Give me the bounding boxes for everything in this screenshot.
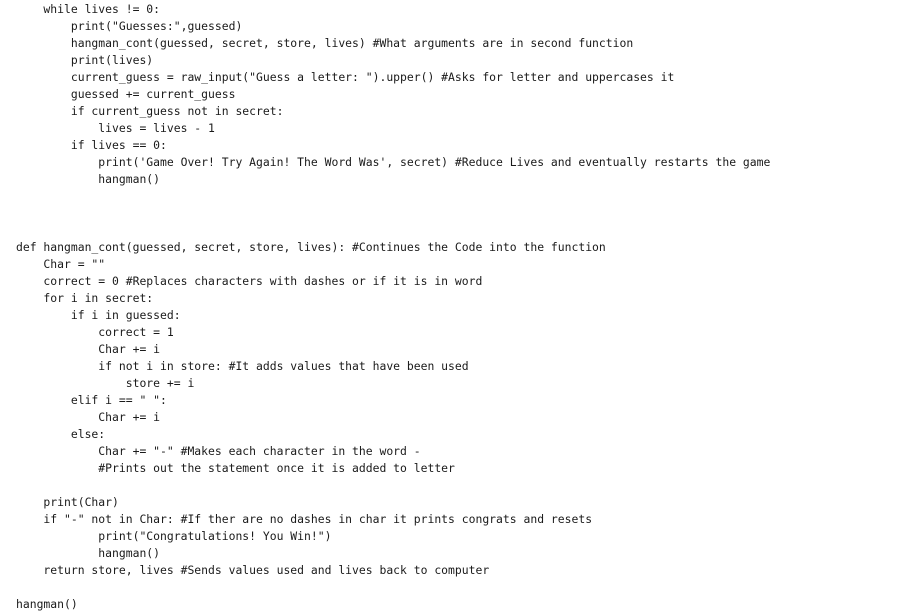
- code-line: else:: [16, 427, 106, 441]
- code-line: store += i: [16, 376, 195, 390]
- code-line: guessed += current_guess: [16, 87, 236, 101]
- code-line: lives = lives - 1: [16, 121, 215, 135]
- code-line: if current_guess not in secret:: [16, 104, 284, 118]
- code-line: Char += i: [16, 410, 161, 424]
- code-line: print('Game Over! Try Again! The Word Wa…: [16, 155, 771, 169]
- code-line: print(Char): [16, 495, 119, 509]
- code-line: correct = 1: [16, 325, 174, 339]
- code-line: elif i == " ":: [16, 393, 167, 407]
- code-line: current_guess = raw_input("Guess a lette…: [16, 70, 675, 84]
- code-line: def hangman_cont(guessed, secret, store,…: [16, 240, 606, 254]
- code-line: correct = 0 #Replaces characters with da…: [16, 274, 483, 288]
- code-editor: while lives != 0: print("Guesses:",guess…: [16, 1, 901, 611]
- code-line: if "-" not in Char: #If ther are no dash…: [16, 512, 593, 526]
- code-line: hangman(): [16, 172, 161, 186]
- code-line: #Prints out the statement once it is add…: [16, 461, 455, 475]
- code-line: return store, lives #Sends values used a…: [16, 563, 490, 577]
- code-line: if i in guessed:: [16, 308, 181, 322]
- code-line: for i in secret:: [16, 291, 154, 305]
- code-line: Char += i: [16, 342, 161, 356]
- code-line: print(lives): [16, 53, 154, 67]
- code-line: if lives == 0:: [16, 138, 167, 152]
- code-line: Char += "-" #Makes each character in the…: [16, 444, 421, 458]
- code-line: hangman(): [16, 546, 161, 560]
- code-line: print("Guesses:",guessed): [16, 19, 243, 33]
- code-line: Char = "": [16, 257, 106, 271]
- code-line: print("Congratulations! You Win!"): [16, 529, 332, 543]
- code-line: if not i in store: #It adds values that …: [16, 359, 469, 373]
- code-line: while lives != 0:: [16, 2, 161, 16]
- code-line: hangman_cont(guessed, secret, store, liv…: [16, 36, 634, 50]
- code-line: hangman(): [16, 597, 78, 611]
